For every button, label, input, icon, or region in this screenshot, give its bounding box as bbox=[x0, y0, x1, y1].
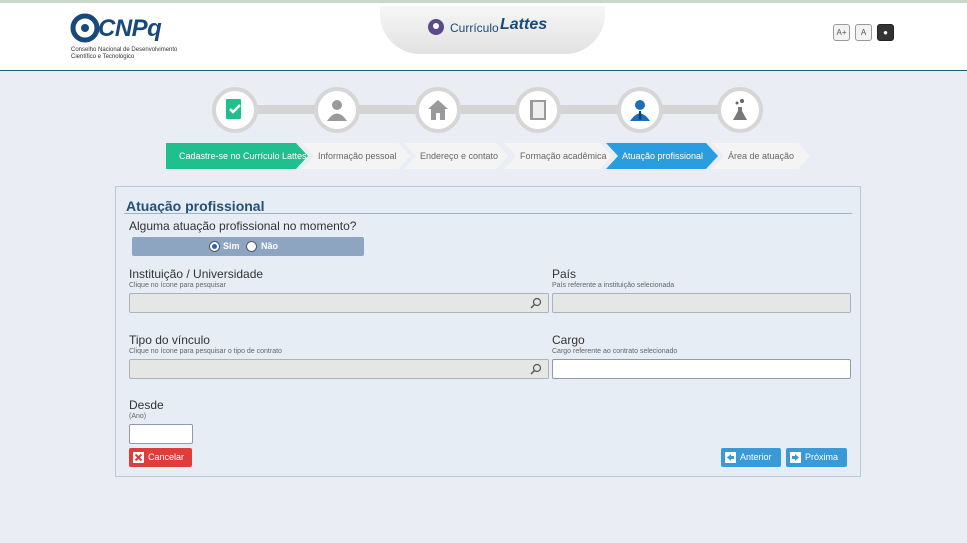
contrast-button[interactable]: ● bbox=[877, 24, 894, 41]
step-book[interactable] bbox=[515, 87, 561, 133]
next-button[interactable]: Próxima bbox=[786, 448, 847, 467]
since-hint: (Ano) bbox=[129, 413, 147, 420]
cancel-button[interactable]: Cancelar bbox=[129, 448, 192, 467]
logo-text: CNPq bbox=[98, 15, 162, 42]
institution-label: Instituição / Universidade bbox=[129, 267, 264, 281]
position-hint: Cargo referente ao contrato selecionado bbox=[552, 348, 678, 355]
title-divider bbox=[124, 213, 852, 214]
radio-nao-label[interactable]: Não bbox=[261, 241, 278, 251]
search-icon[interactable] bbox=[530, 363, 542, 375]
crumb-cadastre[interactable]: Cadastre-se no Currículo Lattes bbox=[166, 143, 308, 169]
country-field[interactable] bbox=[552, 293, 851, 313]
institution-field[interactable] bbox=[129, 293, 549, 313]
bond-type-hint: Clique no ícone para pesquisar o tipo de… bbox=[129, 348, 282, 355]
step-professional[interactable] bbox=[617, 87, 663, 133]
step-user[interactable] bbox=[314, 87, 360, 133]
crumb-informacao-pessoal[interactable]: Informação pessoal bbox=[302, 143, 410, 169]
radio-group: Sim Não bbox=[132, 237, 364, 256]
radio-sim[interactable] bbox=[209, 241, 220, 252]
search-icon[interactable] bbox=[530, 297, 542, 309]
cnpq-logo[interactable]: CNPq Conselho Nacional de Desenvolviment… bbox=[70, 13, 180, 65]
professional-icon bbox=[630, 100, 650, 121]
step-home[interactable] bbox=[415, 87, 461, 133]
certificate-icon bbox=[226, 99, 241, 119]
close-icon bbox=[133, 452, 144, 463]
font-increase-button[interactable]: A+ bbox=[833, 24, 850, 41]
bond-type-field[interactable] bbox=[129, 359, 549, 379]
step-flask[interactable] bbox=[717, 87, 763, 133]
crumb-formacao-academica[interactable]: Formação acadêmica bbox=[504, 143, 612, 169]
flask-icon bbox=[733, 99, 747, 120]
lattes-icon bbox=[428, 19, 444, 35]
font-normal-button[interactable]: A bbox=[855, 24, 872, 41]
form-panel: Atuação profissional Alguma atuação prof… bbox=[115, 186, 861, 477]
previous-button[interactable]: Anterior bbox=[721, 448, 781, 467]
steps-connector bbox=[235, 105, 745, 114]
radio-nao[interactable] bbox=[246, 241, 257, 252]
user-icon bbox=[327, 100, 347, 121]
crumb-atuacao-profissional[interactable]: Atuação profissional bbox=[606, 143, 718, 169]
position-field[interactable] bbox=[552, 359, 851, 379]
app-name-big: Lattes bbox=[500, 16, 548, 33]
step-certificate[interactable] bbox=[212, 87, 258, 133]
previous-label: Anterior bbox=[740, 452, 772, 462]
question-label: Alguma atuação profissional no momento? bbox=[129, 219, 357, 233]
country-label: País bbox=[552, 267, 577, 281]
bond-type-label: Tipo do vínculo bbox=[129, 333, 210, 347]
arrow-left-icon bbox=[725, 452, 736, 463]
since-label: Desde bbox=[129, 398, 164, 412]
institution-hint: Clique no ícone para pesquisar bbox=[129, 282, 226, 289]
country-hint: País referente a instituição selecionada bbox=[552, 282, 675, 289]
cancel-label: Cancelar bbox=[148, 452, 185, 462]
curriculo-lattes-tab[interactable]: Currículo Lattes bbox=[380, 6, 605, 54]
logo-subtitle: Conselho Nacional de Desenvolvimento Cie… bbox=[71, 47, 178, 60]
radio-sim-label[interactable]: Sim bbox=[223, 241, 240, 251]
crumb-endereco-contato[interactable]: Endereço e contato bbox=[404, 143, 508, 169]
header: CNPq Conselho Nacional de Desenvolviment… bbox=[0, 3, 967, 71]
arrow-right-icon bbox=[790, 452, 801, 463]
panel-title: Atuação profissional bbox=[126, 198, 265, 214]
book-icon bbox=[530, 100, 546, 120]
app-name-small: Currículo bbox=[450, 21, 499, 35]
home-icon bbox=[428, 100, 448, 120]
cnpq-logo-icon bbox=[70, 13, 100, 43]
since-year-field[interactable] bbox=[129, 424, 193, 444]
position-label: Cargo bbox=[552, 333, 585, 347]
next-label: Próxima bbox=[805, 452, 839, 462]
crumb-area-atuacao[interactable]: Área de atuação bbox=[712, 143, 810, 169]
